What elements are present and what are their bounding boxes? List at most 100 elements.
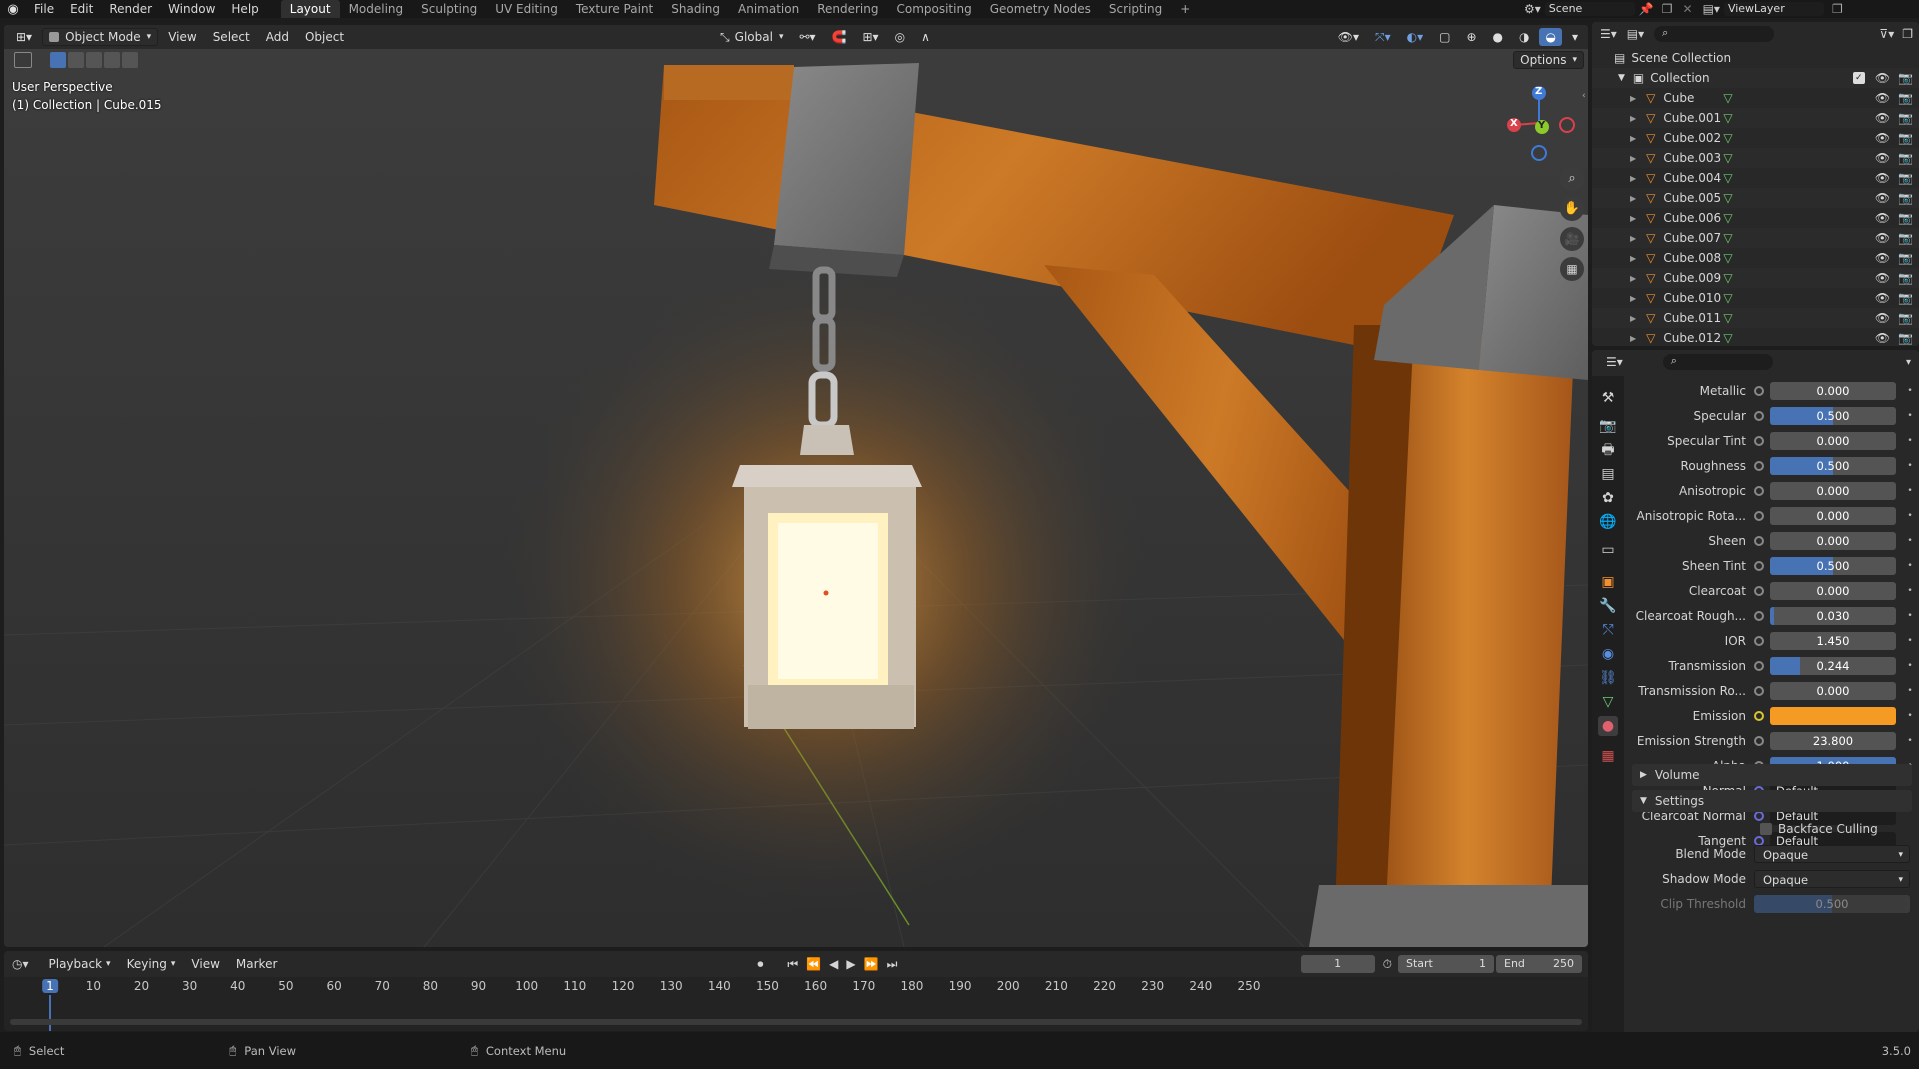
pivot-icon[interactable]: ⚯▾ — [793, 28, 821, 46]
menu-help[interactable]: Help — [223, 0, 266, 18]
expand-icon[interactable]: ▶ — [1630, 334, 1636, 343]
menu-window[interactable]: Window — [160, 0, 223, 18]
socket-icon[interactable] — [1754, 511, 1764, 521]
editor-type-icon[interactable]: ⊞▾ — [10, 28, 38, 46]
render-camera-icon[interactable]: 📷 — [1898, 271, 1913, 285]
properties-search-input[interactable]: ⌕ — [1662, 354, 1773, 370]
tab-shading[interactable]: Shading — [662, 0, 729, 18]
pan-hand-icon[interactable]: ✋ — [1560, 197, 1584, 221]
keyframe-dot-icon[interactable]: • — [1902, 411, 1918, 421]
texture-tab-icon[interactable]: ▦ — [1598, 746, 1618, 766]
tab-sculpting[interactable]: Sculpting — [412, 0, 486, 18]
property-slider[interactable]: 0.500 — [1770, 557, 1896, 575]
jump-start-icon[interactable]: ⏮ — [787, 957, 798, 972]
jump-end-icon[interactable]: ⏭ — [887, 957, 898, 972]
visibility-eye-icon[interactable]: 👁 — [1875, 211, 1890, 225]
mode-selector[interactable]: Object Mode ▾ — [42, 28, 159, 46]
play-icon[interactable]: ▶ — [846, 957, 855, 971]
socket-icon[interactable] — [1754, 636, 1764, 646]
property-slider[interactable]: 0.000 — [1770, 482, 1896, 500]
modifier-tab-icon[interactable]: 🔧 — [1598, 596, 1618, 616]
outliner-item[interactable]: ▶ ▽ Cube.012 ▽ 👁 📷 — [1592, 328, 1919, 346]
particles-tab-icon[interactable]: ⤲ — [1598, 620, 1618, 640]
property-slider[interactable]: 0.244 — [1770, 657, 1896, 675]
new-collection-icon[interactable]: ❐ — [1902, 27, 1913, 41]
socket-icon[interactable] — [1754, 411, 1764, 421]
navigation-gizmo[interactable]: Z X Y — [1499, 83, 1579, 163]
scene-selector[interactable]: Scene — [1544, 2, 1635, 16]
menu-timeline-view[interactable]: View — [185, 955, 225, 973]
menu-object[interactable]: Object — [299, 28, 350, 46]
xray-icon[interactable]: ▢ — [1433, 28, 1456, 46]
expand-icon[interactable]: ▶ — [1630, 254, 1636, 263]
property-slider[interactable]: 0.000 — [1770, 582, 1896, 600]
settings-panel-header[interactable]: ▼ Settings — [1632, 790, 1912, 812]
keyframe-dot-icon[interactable]: • — [1902, 636, 1918, 646]
clip-threshold-slider[interactable]: 0.500 — [1754, 895, 1910, 913]
visibility-eye-icon[interactable]: 👁 — [1875, 311, 1890, 325]
visibility-eye-icon[interactable]: 👁 — [1875, 131, 1890, 145]
collection-tab-icon[interactable]: ▭ — [1598, 540, 1618, 560]
menu-view[interactable]: View — [162, 28, 202, 46]
backface-culling-row[interactable]: Backface Culling — [1624, 818, 1919, 840]
mesh-data-icon[interactable]: ▽ — [1723, 291, 1732, 305]
expand-icon[interactable]: ▶ — [1630, 94, 1636, 103]
mesh-data-icon[interactable]: ▽ — [1723, 131, 1732, 145]
keyframe-dot-icon[interactable]: • — [1902, 486, 1918, 496]
blender-logo-icon[interactable]: ◉ — [0, 2, 26, 17]
visibility-eye-icon[interactable]: 👁 — [1875, 71, 1890, 85]
socket-icon[interactable] — [1754, 386, 1764, 396]
display-mode-icon[interactable]: ▤▾ — [1627, 27, 1644, 41]
tab-modeling[interactable]: Modeling — [340, 0, 413, 18]
blend-mode-dropdown[interactable]: Opaque ▾ — [1754, 845, 1910, 863]
new-scene-icon[interactable]: ❐ — [1662, 2, 1673, 16]
tab-layout[interactable]: Layout — [280, 0, 340, 18]
tab-animation[interactable]: Animation — [729, 0, 808, 18]
timeline-scrollbar[interactable] — [10, 1019, 1582, 1025]
properties-options-icon[interactable]: ▾ — [1906, 357, 1911, 368]
tab-uv-editing[interactable]: UV Editing — [486, 0, 567, 18]
outliner-search-input[interactable]: ⌕ — [1654, 26, 1775, 42]
socket-icon[interactable] — [1754, 686, 1764, 696]
rendered-shading-icon[interactable]: ◒ — [1539, 28, 1562, 46]
menu-edit[interactable]: Edit — [62, 0, 101, 18]
render-tab-icon[interactable]: 📷 — [1598, 416, 1618, 436]
menu-file[interactable]: File — [26, 0, 62, 18]
property-slider[interactable]: 23.800 — [1770, 732, 1896, 750]
mesh-data-icon[interactable]: ▽ — [1723, 331, 1732, 345]
mesh-data-icon[interactable]: ▽ — [1723, 111, 1732, 125]
outliner-item[interactable]: ▶ ▽ Cube.011 ▽ 👁 📷 — [1592, 308, 1919, 328]
outliner-item[interactable]: ▶ ▽ Cube.004 ▽ 👁 📷 — [1592, 168, 1919, 188]
render-camera-icon[interactable]: 📷 — [1898, 191, 1913, 205]
constraints-tab-icon[interactable]: ⛓ — [1598, 668, 1618, 688]
new-view-layer-icon[interactable]: ❐ — [1832, 2, 1843, 16]
end-frame-field[interactable]: End 250 — [1496, 955, 1582, 973]
mesh-data-icon[interactable]: ▽ — [1723, 191, 1732, 205]
expand-icon[interactable]: ▶ — [1630, 134, 1636, 143]
render-camera-icon[interactable]: 📷 — [1898, 151, 1913, 165]
keyframe-dot-icon[interactable]: • — [1902, 436, 1918, 446]
outliner-item[interactable]: ▶ ▽ Cube.007 ▽ 👁 📷 — [1592, 228, 1919, 248]
outliner-item[interactable]: ▶ ▽ Cube.006 ▽ 👁 📷 — [1592, 208, 1919, 228]
zoom-icon[interactable]: ⌕ — [1560, 167, 1584, 191]
sidebar-toggle-icon[interactable]: ‹ — [1582, 91, 1586, 101]
snap-icon[interactable]: 🧲 — [826, 28, 853, 46]
outliner-item[interactable]: ▶ ▽ Cube.009 ▽ 👁 📷 — [1592, 268, 1919, 288]
render-camera-icon[interactable]: 📷 — [1898, 71, 1913, 85]
overlay-toggle-icon[interactable]: ◐▾ — [1401, 28, 1430, 46]
expand-icon[interactable]: ▶ — [1630, 194, 1636, 203]
socket-icon[interactable] — [1754, 611, 1764, 621]
property-slider[interactable]: 0.000 — [1770, 532, 1896, 550]
scene-collection-row[interactable]: ▤ Scene Collection — [1592, 48, 1919, 68]
data-tab-icon[interactable]: ▽ — [1598, 692, 1618, 712]
timeline-editor-icon[interactable]: ◷▾ — [12, 957, 29, 971]
delete-scene-icon[interactable]: ✕ — [1683, 2, 1693, 16]
property-slider[interactable]: 0.000 — [1770, 682, 1896, 700]
tab-texture-paint[interactable]: Texture Paint — [567, 0, 662, 18]
expand-icon[interactable]: ▶ — [1630, 234, 1636, 243]
keyframe-dot-icon[interactable]: • — [1902, 511, 1918, 521]
expand-icon[interactable]: ▶ — [1630, 214, 1636, 223]
play-reverse-icon[interactable]: ◀ — [829, 957, 838, 971]
menu-render[interactable]: Render — [101, 0, 160, 18]
keyframe-dot-icon[interactable]: • — [1902, 386, 1918, 396]
